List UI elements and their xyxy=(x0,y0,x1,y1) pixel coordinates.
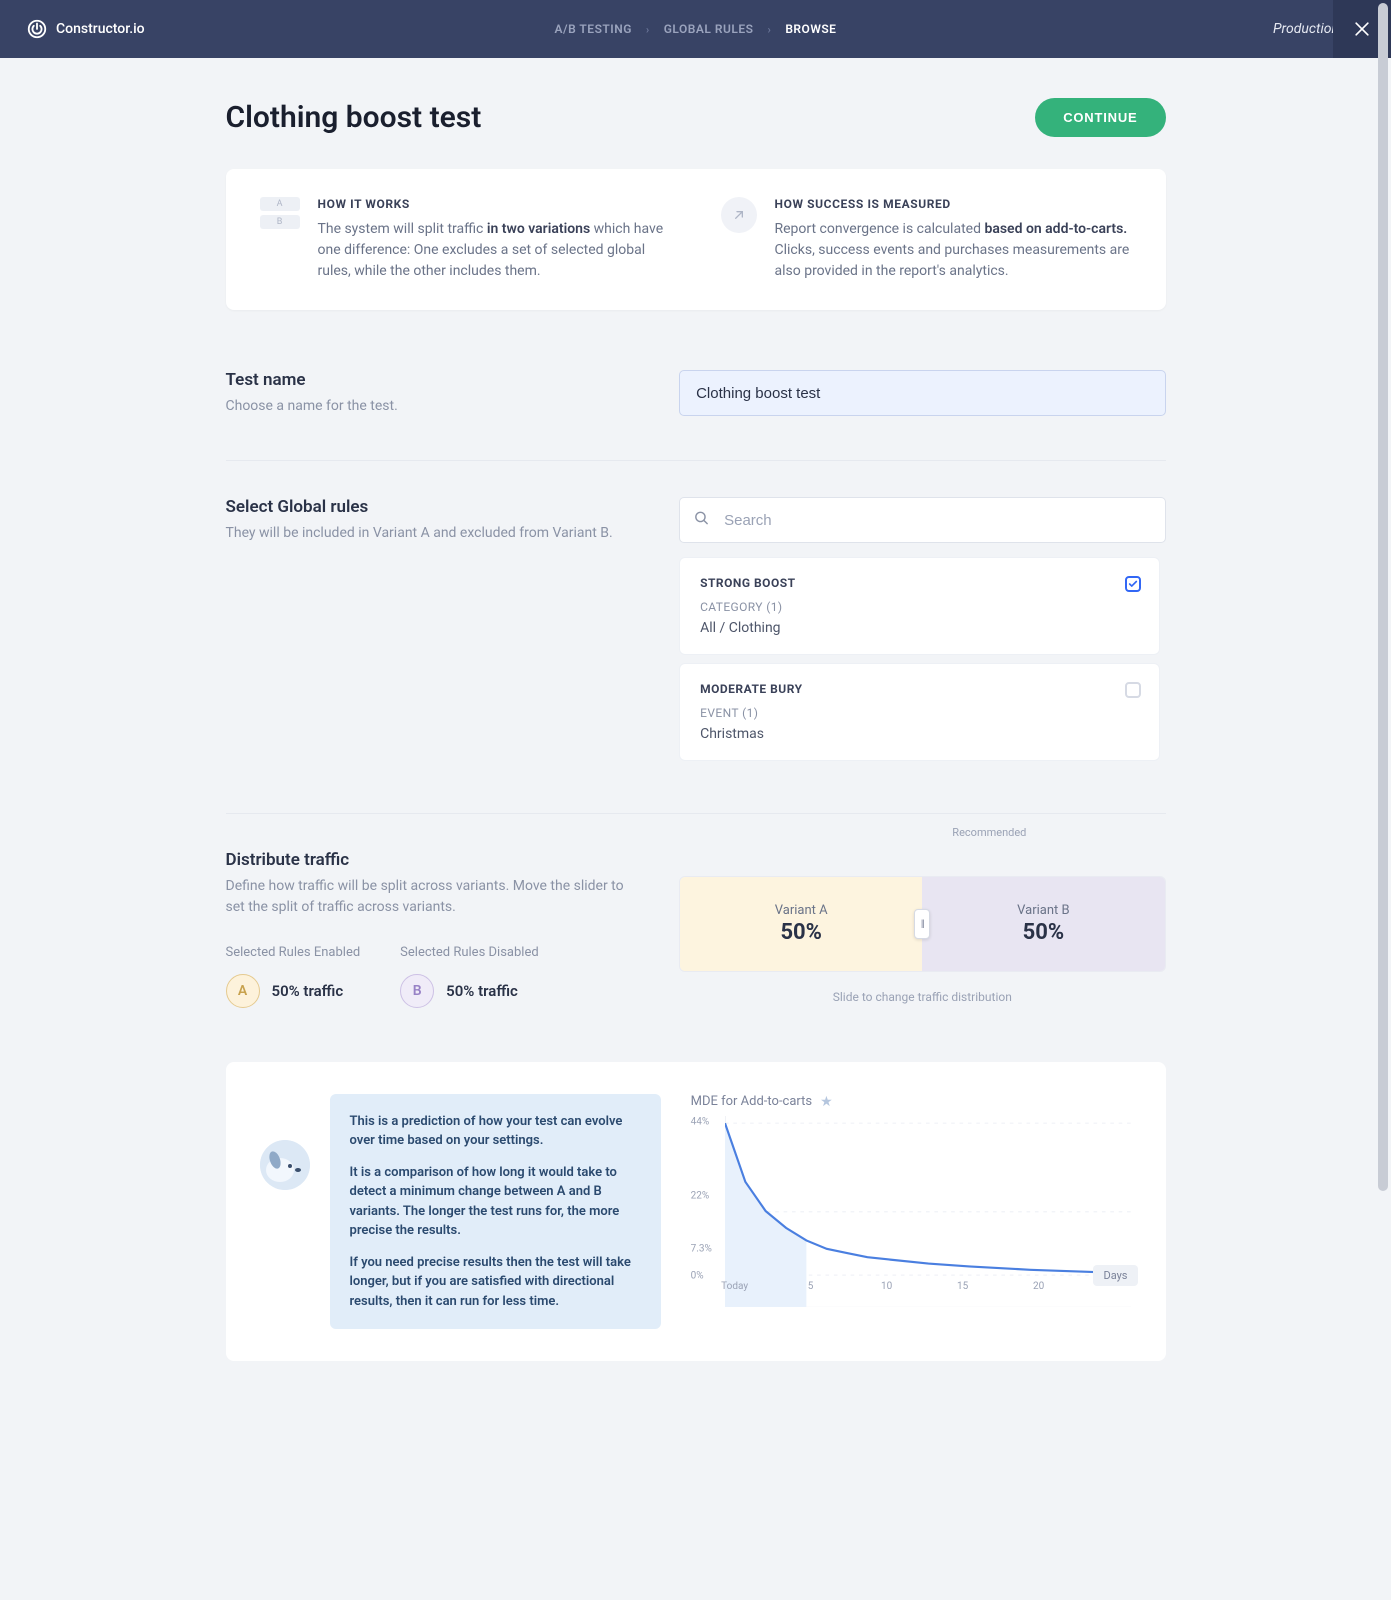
variant-b-traffic: 50% traffic xyxy=(446,982,518,1000)
rule-card[interactable]: STRONG BOOST CATEGORY (1) All / Clothing xyxy=(679,557,1159,655)
rule-title: MODERATE BURY xyxy=(700,682,1138,696)
slider-variant-a-label: Variant A xyxy=(775,903,828,918)
breadcrumb: A/B TESTING › GLOBAL RULES › BROWSE xyxy=(555,22,837,36)
slider-caption: Slide to change traffic distribution xyxy=(679,990,1165,1004)
global-rules-section: Select Global rules They will be include… xyxy=(226,497,1166,814)
arrow-up-right-icon xyxy=(721,197,757,233)
slider-variant-a-pct: 50% xyxy=(780,920,822,945)
rule-meta: CATEGORY (1) xyxy=(700,600,1138,614)
disabled-heading: Selected Rules Disabled xyxy=(400,945,539,960)
distribute-sub: Define how traffic will be split across … xyxy=(226,876,640,917)
breadcrumb-ab-testing[interactable]: A/B TESTING xyxy=(555,22,632,36)
global-rules-list[interactable]: STRONG BOOST CATEGORY (1) All / Clothing… xyxy=(679,557,1165,769)
rule-meta: EVENT (1) xyxy=(700,706,1138,720)
how-success-text: Report convergence is calculated based o… xyxy=(775,219,1132,282)
power-icon xyxy=(26,18,48,40)
page-scrollbar[interactable] xyxy=(1378,3,1388,1597)
test-name-sub: Choose a name for the test. xyxy=(226,396,640,416)
rule-value: Christmas xyxy=(700,726,1138,742)
check-icon xyxy=(1128,579,1138,589)
slider-variant-b-pct: 50% xyxy=(1023,920,1065,945)
prediction-explanation: This is a prediction of how your test ca… xyxy=(330,1094,661,1330)
ab-variations-icon: AB xyxy=(260,197,300,229)
enabled-heading: Selected Rules Enabled xyxy=(226,945,361,960)
star-icon: ★ xyxy=(820,1094,833,1110)
variant-b-badge: B xyxy=(400,974,434,1008)
rule-title: STRONG BOOST xyxy=(700,576,1138,590)
continue-button[interactable]: CONTINUE xyxy=(1035,98,1165,137)
brand-logo: Constructor.io xyxy=(26,18,145,40)
how-it-works-heading: HOW IT WORKS xyxy=(318,197,671,211)
rule-card[interactable]: MODERATE BURY EVENT (1) Christmas xyxy=(679,663,1159,761)
chevron-right-icon: › xyxy=(767,23,771,36)
global-rules-heading: Select Global rules xyxy=(226,497,640,517)
test-name-heading: Test name xyxy=(226,370,640,390)
chevron-right-icon: › xyxy=(646,23,650,36)
topbar: Constructor.io A/B TESTING › GLOBAL RULE… xyxy=(0,0,1391,58)
distribute-traffic-section: Distribute traffic Define how traffic wi… xyxy=(226,850,1166,1052)
search-icon xyxy=(693,510,710,531)
prediction-card: This is a prediction of how your test ca… xyxy=(226,1062,1166,1362)
how-it-works-text: The system will split traffic in two var… xyxy=(318,219,671,282)
global-rules-search-input[interactable] xyxy=(679,497,1165,543)
slider-handle[interactable]: || xyxy=(914,909,930,939)
rule-checkbox[interactable] xyxy=(1125,576,1141,592)
rule-value: All / Clothing xyxy=(700,620,1138,636)
rule-checkbox[interactable] xyxy=(1125,682,1141,698)
distribute-heading: Distribute traffic xyxy=(226,850,640,870)
close-icon xyxy=(1352,19,1372,39)
breadcrumb-browse: BROWSE xyxy=(785,22,836,36)
recommended-label: Recommended xyxy=(952,826,1026,839)
traffic-slider[interactable]: Variant A 50% Variant B 50% || xyxy=(679,876,1165,972)
assistant-avatar-icon xyxy=(260,1140,310,1190)
global-rules-sub: They will be included in Variant A and e… xyxy=(226,523,640,543)
mde-chart: 44% 22% 7.3% 0% Today 5 10 15 20 Days xyxy=(691,1116,1132,1276)
test-name-section: Test name Choose a name for the test. xyxy=(226,370,1166,461)
days-badge: Days xyxy=(1093,1265,1137,1286)
variant-a-badge: A xyxy=(226,974,260,1008)
chart-title: MDE for Add-to-carts xyxy=(691,1094,813,1109)
test-name-input[interactable] xyxy=(679,370,1165,416)
breadcrumb-global-rules[interactable]: GLOBAL RULES xyxy=(664,22,754,36)
how-success-heading: HOW SUCCESS IS MEASURED xyxy=(775,197,1132,211)
variant-a-traffic: 50% traffic xyxy=(272,982,344,1000)
page-title: Clothing boost test xyxy=(226,100,482,135)
slider-variant-b-label: Variant B xyxy=(1017,903,1069,918)
info-card: AB HOW IT WORKS The system will split tr… xyxy=(226,169,1166,310)
environment-label: Production xyxy=(1273,21,1339,37)
brand-text: Constructor.io xyxy=(56,21,145,37)
